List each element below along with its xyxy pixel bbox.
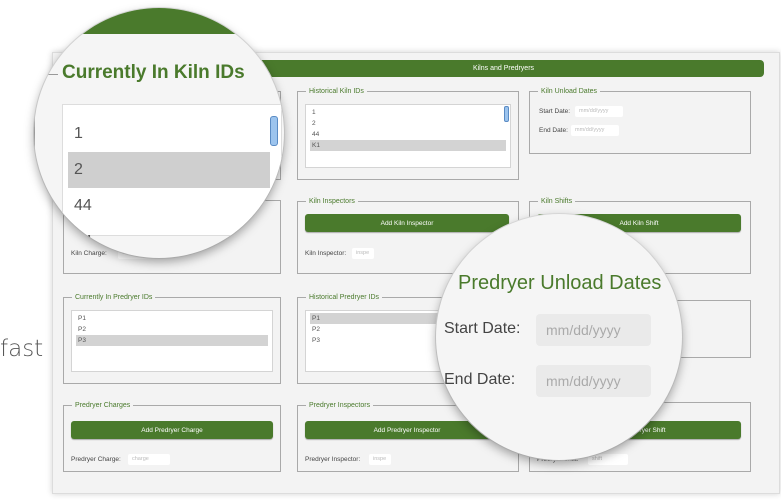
list-item[interactable]: P2 [76,324,268,335]
predryer-inspector-label: Predryer Inspector: [305,456,361,463]
kiln-unload-start-label: Start Date: [539,108,571,115]
list-item[interactable]: P1 [76,313,268,324]
predryer-unload-start-input[interactable]: mm/dd/yyyy [536,314,651,346]
scrollbar-thumb[interactable] [504,106,509,122]
list-item[interactable]: 1 [68,116,270,152]
list-item-selected[interactable]: K1 [310,140,506,151]
lens-title-bar [34,8,284,34]
kiln-inspectors-legend: Kiln Inspectors [309,198,355,205]
list-item[interactable]: 44 [68,188,270,224]
add-predryer-charge-button[interactable]: Add Predryer Charge [71,421,273,439]
predryer-inspectors-legend: Predryer Inspectors [309,402,371,409]
list-item-selected[interactable]: 2 [68,152,270,188]
predryer-shift-input[interactable]: shift [588,454,628,465]
predryer-unload-end-label: End Date: [444,371,516,388]
currently-in-predryer-legend: Currently In Predryer IDs [75,294,153,301]
list-item-selected[interactable]: P3 [76,335,268,346]
predryer-unload-legend: Predryer Unload Dates [458,272,662,294]
list-item[interactable]: 2 [310,118,506,129]
predryer-charge-input[interactable]: charge [128,454,170,465]
kiln-inspector-label: Kiln Inspector: [305,250,347,257]
kiln-unload-start-input[interactable]: mm/dd/yyyy [575,106,623,117]
kiln-unload-end-label: End Date: [539,127,568,134]
list-item[interactable]: K1 [68,224,270,258]
kiln-unload-box: Kiln Unload Dates [529,88,751,154]
scrollbar-thumb[interactable] [270,116,278,146]
panel-title-bar: Kilns and Predryers [243,60,764,77]
fieldset-border [34,74,35,258]
predryer-inspector-input[interactable]: inspe [369,454,391,465]
historical-kiln-legend: Historical Kiln IDs [309,88,364,95]
historical-predryer-legend: Historical Predryer IDs [309,294,380,301]
kiln-inspector-input[interactable]: inspe [352,248,374,259]
historical-kiln-list[interactable]: 1 2 44 K1 [305,104,511,168]
currently-in-kiln-legend-zoomed: Currently In Kiln IDs [58,62,249,84]
predryer-unload-start-label: Start Date: [444,320,521,337]
add-kiln-inspector-button[interactable]: Add Kiln Inspector [305,214,509,232]
list-item[interactable]: 44 [310,129,506,140]
predryer-charges-legend: Predryer Charges [75,402,131,409]
kiln-unload-end-input[interactable]: mm/dd/yyyy [571,125,619,136]
predryer-unload-end-input[interactable]: mm/dd/yyyy [536,365,651,397]
currently-in-predryer-list[interactable]: P1 P2 P3 [71,310,273,372]
side-caption: fast [0,336,44,362]
list-item[interactable]: 1 [310,107,506,118]
kiln-unload-legend: Kiln Unload Dates [541,88,598,95]
magnifier-predryer-unload: Predryer Unload Dates Start Date: mm/dd/… [436,214,682,460]
magnifier-kiln-ids: Currently In Kiln IDs 1 2 44 K1 [34,8,284,258]
kiln-shifts-legend: Kiln Shifts [541,198,573,205]
predryer-charge-label: Predryer Charge: [71,456,121,463]
